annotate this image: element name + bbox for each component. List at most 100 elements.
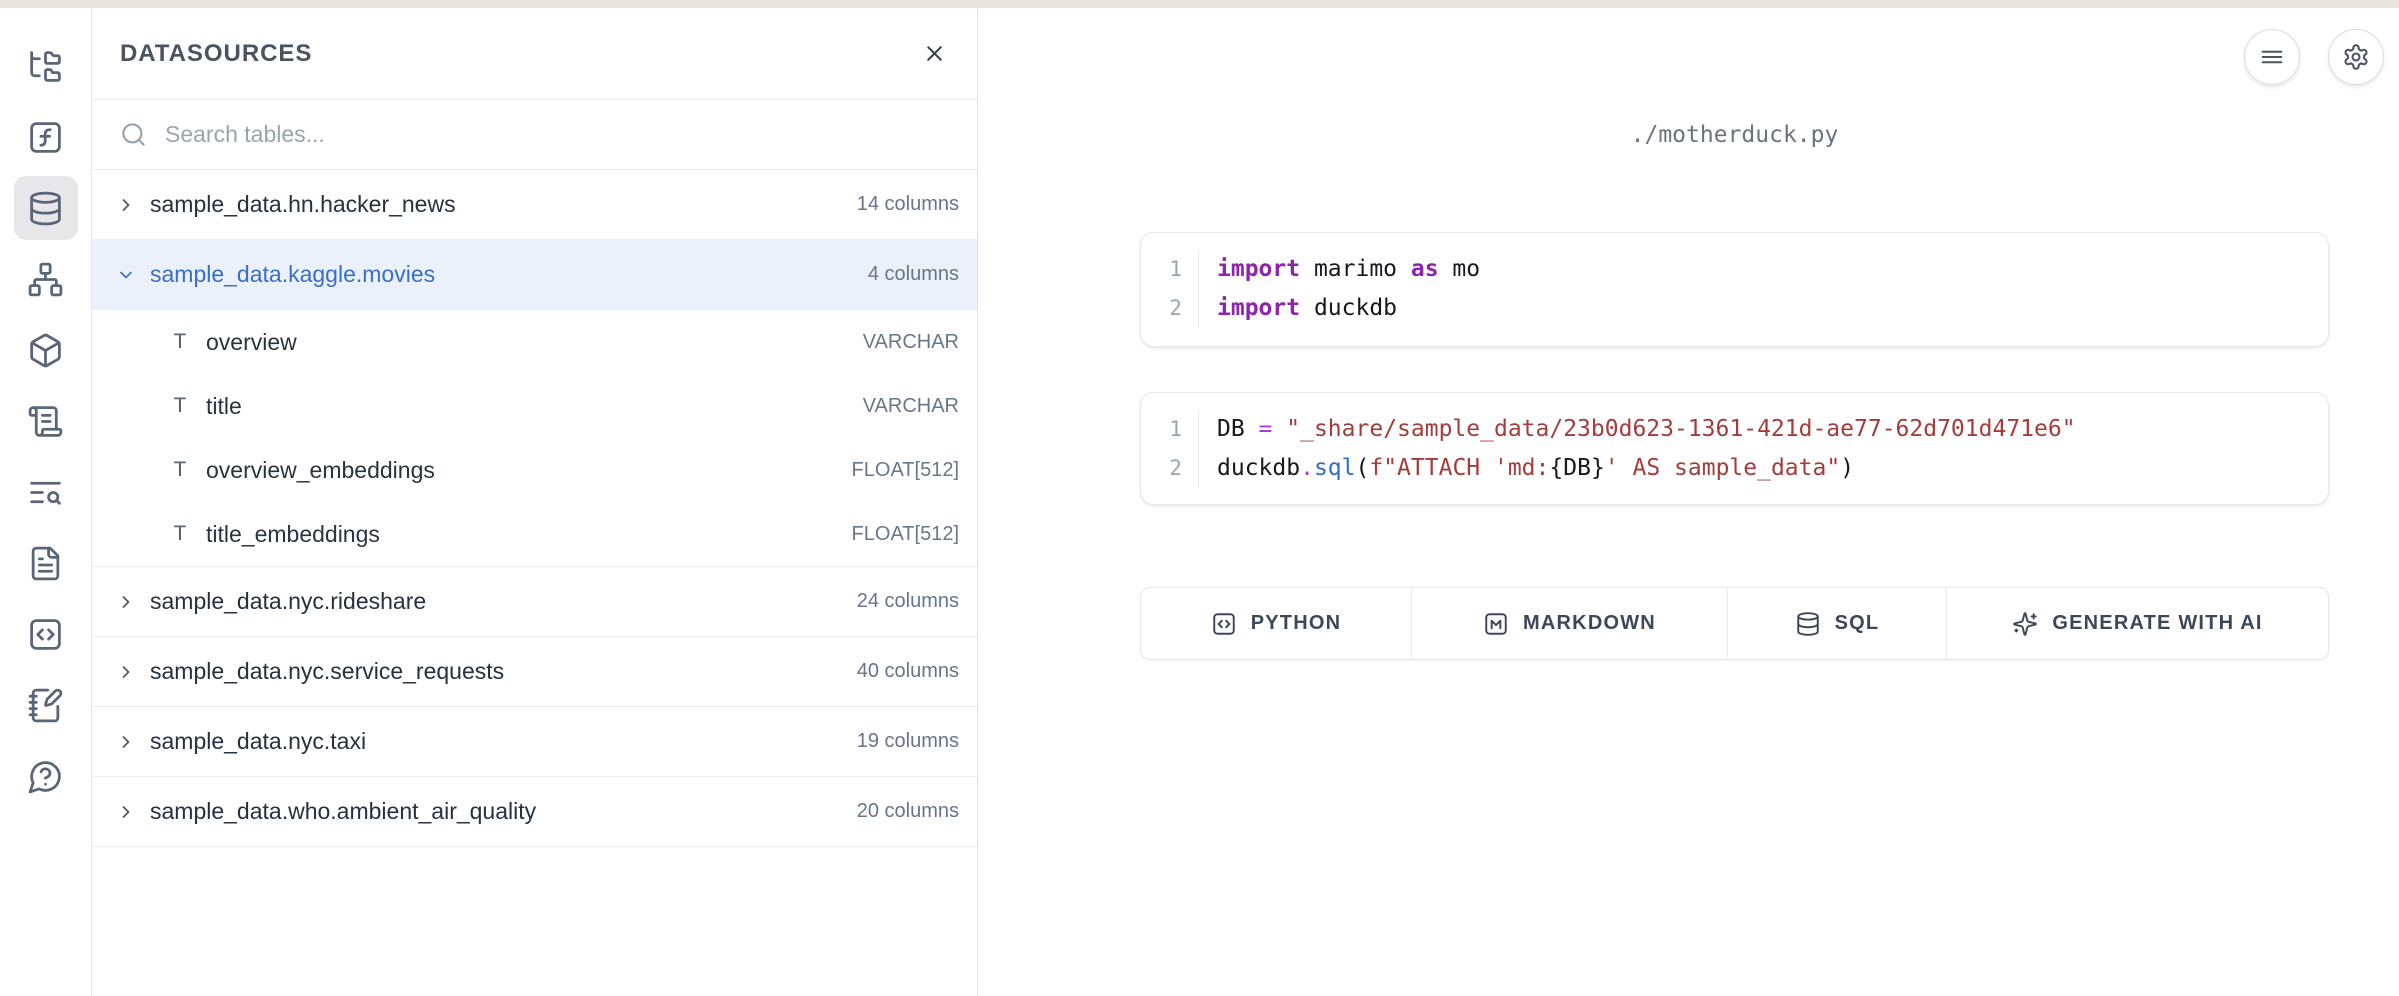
search-icon xyxy=(120,121,147,148)
line-number: 1 xyxy=(1141,410,1199,449)
add-cell-button-label: SQL xyxy=(1835,612,1880,635)
rail-item-scratchpad[interactable] xyxy=(14,673,78,737)
table-name: sample_data.who.ambient_air_quality xyxy=(150,798,536,825)
scroll-icon xyxy=(27,403,64,440)
rail-item-scroll[interactable] xyxy=(14,389,78,453)
help-icon xyxy=(27,758,64,795)
chevron-right-icon xyxy=(116,662,136,682)
code-editor[interactable]: 1DB = "_share/sample_data/23b0d623-1361-… xyxy=(1141,410,2328,488)
table-row[interactable]: sample_data.nyc.rideshare24 columns xyxy=(92,567,977,637)
scratchpad-icon xyxy=(27,687,64,724)
code-snippet-icon xyxy=(27,616,64,653)
column-name: title_embeddings xyxy=(206,521,380,548)
line-number: 1 xyxy=(1141,250,1199,289)
table-name: sample_data.hn.hacker_news xyxy=(150,191,456,218)
column-row[interactable]: ToverviewVARCHAR xyxy=(92,310,977,374)
database-icon xyxy=(27,190,64,227)
line-number: 2 xyxy=(1141,289,1199,328)
rail-item-document[interactable] xyxy=(14,531,78,595)
add-cell-button-label: PYTHON xyxy=(1251,612,1342,635)
table-name: sample_data.nyc.taxi xyxy=(150,728,366,755)
table-column-count: 4 columns xyxy=(868,263,959,286)
column-type: FLOAT[512] xyxy=(852,459,959,482)
table-column-count: 19 columns xyxy=(857,730,959,753)
chevron-down-icon xyxy=(116,265,136,285)
code-line: duckdb.sql(f"ATTACH 'md:{DB}' AS sample_… xyxy=(1199,449,2328,488)
document-icon xyxy=(27,545,64,582)
table-column-count: 40 columns xyxy=(857,660,959,683)
add-cell-sql-button[interactable]: SQL xyxy=(1728,588,1947,659)
dependency-graph-icon xyxy=(27,261,64,298)
rail-item-help[interactable] xyxy=(14,744,78,808)
code-line: import marimo as mo xyxy=(1199,250,2328,289)
code-editor[interactable]: 1import marimo as mo2import duckdb xyxy=(1141,250,2328,328)
add-cell-button-label: GENERATE WITH AI xyxy=(2052,612,2262,635)
code-square-icon xyxy=(1211,611,1237,637)
function-square-icon xyxy=(27,119,64,156)
column-row[interactable]: TtitleVARCHAR xyxy=(92,374,977,438)
cell-card: 1DB = "_share/sample_data/23b0d623-1361-… xyxy=(1140,392,2329,505)
add-cell-markdown-button[interactable]: MARKDOWN xyxy=(1412,588,1728,659)
column-name: title xyxy=(206,393,242,420)
chevron-right-icon xyxy=(116,592,136,612)
code-line: DB = "_share/sample_data/23b0d623-1361-4… xyxy=(1199,410,2328,449)
rail-item-file-tree[interactable] xyxy=(14,34,78,98)
add-cell-button-label: MARKDOWN xyxy=(1523,612,1656,635)
rail-item-dependency-graph[interactable] xyxy=(14,247,78,311)
column-name: overview_embeddings xyxy=(206,457,435,484)
table-row[interactable]: sample_data.nyc.service_requests 40 colum… xyxy=(92,637,977,707)
code-line: import duckdb xyxy=(1199,289,2328,328)
table-column-count: 20 columns xyxy=(857,800,959,823)
column-row[interactable]: Ttitle_embeddings FLOAT[512] xyxy=(92,502,977,566)
column-type: FLOAT[512] xyxy=(852,523,959,546)
close-icon xyxy=(922,41,947,66)
table-name: sample_data.kaggle.movies xyxy=(150,261,435,288)
text-type-icon: T xyxy=(170,522,190,547)
file-tree-icon xyxy=(27,48,64,85)
left-icon-rail xyxy=(0,8,92,996)
table-column-count: 24 columns xyxy=(857,590,959,613)
rail-item-log-search[interactable] xyxy=(14,460,78,524)
database-icon xyxy=(1795,611,1821,637)
table-column-count: 14 columns xyxy=(857,193,959,216)
datasources-panel: DATASOURCES sample_data.hn.hacker_news 14… xyxy=(92,8,978,996)
search-input[interactable] xyxy=(165,121,977,148)
package-icon xyxy=(27,332,64,369)
sparkles-icon xyxy=(2012,611,2038,637)
rail-item-function-square[interactable] xyxy=(14,105,78,169)
chevron-right-icon xyxy=(116,195,136,215)
search-row xyxy=(92,100,977,170)
top-accent-strip xyxy=(0,0,2399,8)
table-list: sample_data.hn.hacker_news14 columnssamp… xyxy=(92,170,977,847)
panel-title: DATASOURCES xyxy=(120,40,312,68)
table-row[interactable]: sample_data.nyc.taxi 19 columns xyxy=(92,707,977,777)
column-group: ToverviewVARCHARTtitleVARCHARToverview_e… xyxy=(92,310,977,567)
gear-icon xyxy=(2342,43,2370,71)
add-cell-generate-with-ai-button[interactable]: GENERATE WITH AI xyxy=(1947,588,2328,659)
add-cell-python-button[interactable]: PYTHON xyxy=(1141,588,1412,659)
column-row[interactable]: Toverview_embeddings FLOAT[512] xyxy=(92,438,977,502)
text-type-icon: T xyxy=(170,394,190,419)
menu-icon xyxy=(2258,43,2286,71)
rail-item-code-snippet[interactable] xyxy=(14,602,78,666)
log-search-icon xyxy=(27,474,64,511)
rail-item-package[interactable] xyxy=(14,318,78,382)
cell-card: 1import marimo as mo2import duckdb xyxy=(1140,232,2329,347)
add-cell-button-bar: PYTHON MARKDOWN SQL GENERATE WITH AI xyxy=(1140,587,2329,660)
table-row[interactable]: sample_data.kaggle.movies 4 columns xyxy=(92,240,977,310)
line-number: 2 xyxy=(1141,449,1199,488)
settings-button[interactable] xyxy=(2328,29,2384,85)
text-type-icon: T xyxy=(170,458,190,483)
chevron-right-icon xyxy=(116,802,136,822)
panel-header: DATASOURCES xyxy=(92,8,977,100)
column-name: overview xyxy=(206,329,297,356)
table-row[interactable]: sample_data.hn.hacker_news 14 columns xyxy=(92,170,977,240)
table-name: sample_data.nyc.service_requests xyxy=(150,658,504,685)
column-type: VARCHAR xyxy=(863,331,959,354)
menu-button[interactable] xyxy=(2244,29,2300,85)
table-row[interactable]: sample_data.who.ambient_air_quality 20 co… xyxy=(92,777,977,847)
rail-item-database[interactable] xyxy=(14,176,78,240)
close-panel-button[interactable] xyxy=(922,41,947,66)
notebook-filename[interactable]: ./motherduck.py xyxy=(1140,122,2329,148)
markdown-square-icon xyxy=(1483,611,1509,637)
